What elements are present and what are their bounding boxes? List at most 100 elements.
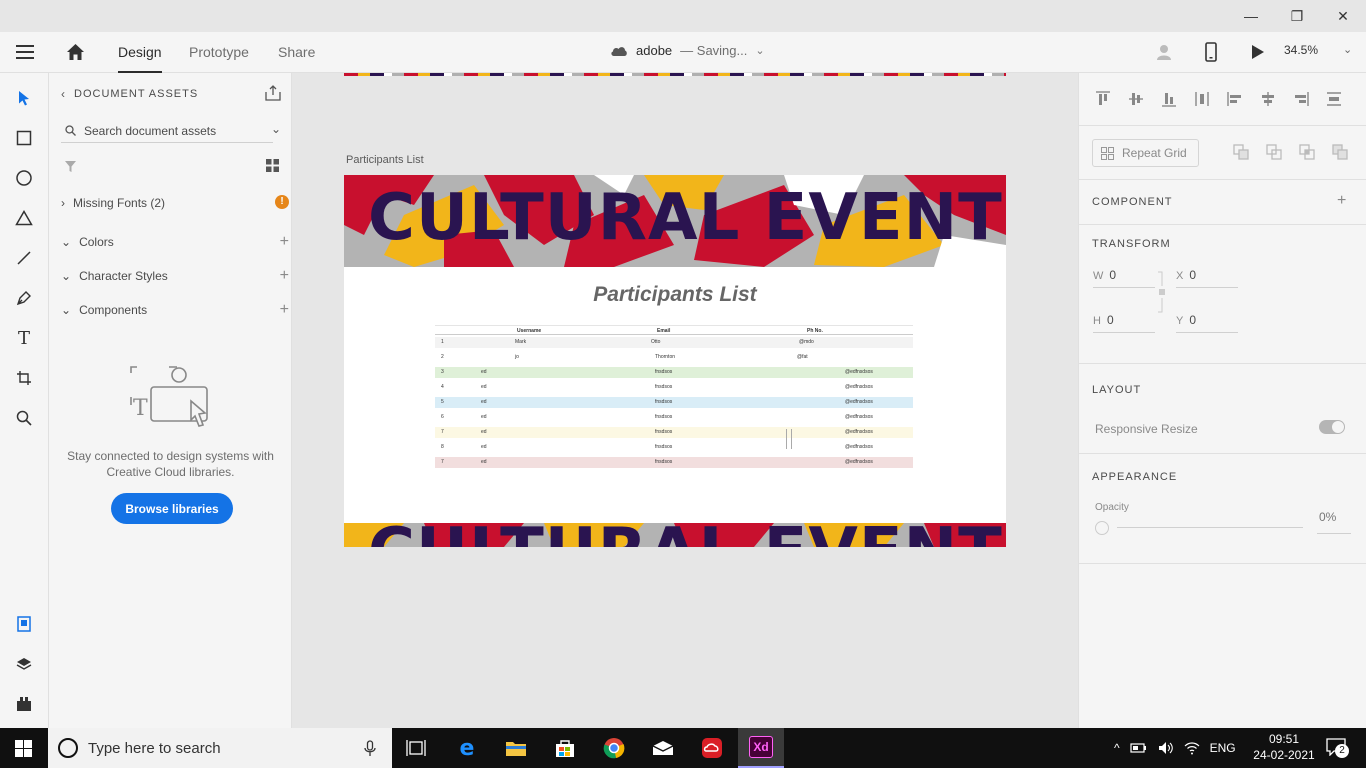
- artboard-tool-icon[interactable]: [12, 366, 36, 390]
- task-view-icon[interactable]: [404, 736, 428, 760]
- x-field[interactable]: X0: [1176, 268, 1238, 288]
- pen-tool-icon[interactable]: [12, 286, 36, 310]
- document-title[interactable]: adobe — Saving... ⌄: [610, 43, 765, 58]
- artboard-label[interactable]: Participants List: [346, 154, 424, 166]
- wifi-icon[interactable]: [1184, 741, 1200, 755]
- distribute-vertical-icon[interactable]: [1194, 91, 1210, 107]
- cortana-icon: [58, 738, 78, 758]
- save-status: — Saving...: [680, 43, 748, 58]
- hamburger-menu-icon[interactable]: [16, 45, 34, 59]
- warning-icon: !: [275, 195, 289, 209]
- rectangle-tool-icon[interactable]: [12, 126, 36, 150]
- text-tool-icon[interactable]: T: [12, 326, 36, 350]
- boolean-intersect-icon[interactable]: [1299, 144, 1315, 160]
- tab-prototype[interactable]: Prototype: [189, 44, 249, 60]
- width-field[interactable]: W0: [1093, 268, 1155, 288]
- opacity-slider-track[interactable]: [1117, 527, 1303, 528]
- windows-start-icon[interactable]: [15, 740, 32, 757]
- share-export-icon[interactable]: [265, 85, 281, 101]
- search-icon: [65, 125, 76, 136]
- resize-handle[interactable]: [786, 429, 792, 449]
- responsive-resize-toggle[interactable]: [1319, 420, 1345, 434]
- file-explorer-icon[interactable]: [504, 736, 528, 760]
- align-left-icon[interactable]: [1227, 91, 1243, 107]
- height-field[interactable]: H0: [1093, 313, 1155, 333]
- design-canvas[interactable]: Participants List CULTURAL EVENT Partici: [292, 73, 1078, 728]
- ellipse-tool-icon[interactable]: [12, 166, 36, 190]
- volume-icon[interactable]: [1158, 741, 1174, 755]
- filter-icon[interactable]: [64, 160, 77, 173]
- home-icon[interactable]: [66, 43, 85, 61]
- zoom-level[interactable]: 34.5%: [1284, 43, 1318, 57]
- tab-design[interactable]: Design: [118, 44, 162, 73]
- align-center-icon[interactable]: [1260, 91, 1276, 107]
- layers-icon[interactable]: [12, 652, 36, 676]
- chrome-icon[interactable]: [602, 736, 626, 760]
- component-heading: COMPONENT: [1092, 196, 1173, 208]
- language-indicator[interactable]: ENG: [1210, 741, 1236, 755]
- opacity-field[interactable]: 0%: [1317, 510, 1351, 534]
- assets-panel-icon[interactable]: [12, 612, 36, 636]
- select-tool-icon[interactable]: [12, 86, 36, 110]
- boolean-exclude-icon[interactable]: [1332, 144, 1348, 160]
- restore-button[interactable]: ❐: [1274, 0, 1320, 32]
- clock-date: 24-02-2021: [1253, 748, 1315, 762]
- notification-center-icon[interactable]: 2: [1326, 738, 1349, 761]
- align-right-icon[interactable]: [1293, 91, 1309, 107]
- character-styles-section[interactable]: ⌄ Character Styles +: [61, 267, 289, 284]
- colors-section[interactable]: ⌄ Colors +: [61, 233, 289, 250]
- align-top-icon[interactable]: [1095, 91, 1111, 107]
- add-component-icon[interactable]: +: [280, 301, 289, 319]
- minimize-button[interactable]: —: [1228, 0, 1274, 32]
- plugins-icon[interactable]: [12, 692, 36, 716]
- search-filter-chevron-icon[interactable]: ⌄: [271, 122, 281, 136]
- close-button[interactable]: ✕: [1320, 0, 1366, 32]
- taskbar-search-input[interactable]: Type here to search: [48, 728, 392, 768]
- y-field[interactable]: Y0: [1176, 313, 1238, 333]
- width-value: 0: [1109, 268, 1117, 282]
- boolean-add-icon[interactable]: [1233, 144, 1249, 160]
- align-middle-icon[interactable]: [1128, 91, 1144, 107]
- add-component-plus-icon[interactable]: +: [1337, 192, 1346, 210]
- add-color-icon[interactable]: +: [280, 233, 289, 251]
- x-label: X: [1176, 270, 1184, 282]
- battery-icon[interactable]: [1130, 741, 1148, 755]
- repeat-grid-button[interactable]: Repeat Grid: [1092, 139, 1199, 167]
- browse-libraries-button[interactable]: Browse libraries: [111, 493, 233, 524]
- microsoft-store-icon[interactable]: [553, 736, 577, 760]
- clock[interactable]: 09:51 24-02-2021: [1253, 731, 1315, 763]
- polygon-tool-icon[interactable]: [12, 206, 36, 230]
- zoom-chevron-down-icon[interactable]: ⌄: [1343, 43, 1352, 56]
- back-chevron-icon[interactable]: ‹: [61, 87, 66, 101]
- creative-cloud-icon[interactable]: [700, 736, 724, 760]
- tab-share[interactable]: Share: [278, 44, 315, 60]
- row-phone: @edfnsdsos: [845, 444, 873, 450]
- participants-artboard[interactable]: CULTURAL EVENT Participants List Usernam…: [344, 175, 1006, 547]
- collapse-chevron-icon: ⌄: [61, 303, 72, 317]
- show-hidden-icons-chevron-icon[interactable]: ^: [1114, 741, 1120, 755]
- components-section[interactable]: ⌄ Components +: [61, 301, 289, 318]
- edge-browser-icon[interactable]: e: [455, 736, 479, 761]
- grid-view-icon[interactable]: [266, 159, 279, 172]
- missing-fonts-section[interactable]: › Missing Fonts (2) !: [61, 195, 289, 210]
- align-bottom-icon[interactable]: [1161, 91, 1177, 107]
- distribute-horizontal-icon[interactable]: [1326, 91, 1342, 107]
- line-tool-icon[interactable]: [12, 246, 36, 270]
- banner-title: CULTURAL EVENT: [368, 181, 1003, 255]
- zoom-tool-icon[interactable]: [12, 406, 36, 430]
- row-number: 7: [441, 459, 444, 465]
- doc-chevron-down-icon[interactable]: ⌄: [755, 44, 764, 57]
- row-number: 6: [441, 414, 444, 420]
- microphone-icon[interactable]: [364, 740, 376, 757]
- user-share-icon[interactable]: [1155, 43, 1175, 61]
- play-icon[interactable]: [1251, 44, 1265, 60]
- xd-app-taskbar-button[interactable]: Xd: [738, 728, 784, 768]
- lock-aspect-icon[interactable]: [1158, 270, 1166, 314]
- asset-search-input[interactable]: Search document assets: [61, 119, 273, 143]
- mail-icon[interactable]: [651, 736, 675, 760]
- opacity-slider-thumb[interactable]: [1095, 521, 1109, 535]
- boolean-subtract-icon[interactable]: [1266, 144, 1282, 160]
- add-character-style-icon[interactable]: +: [280, 267, 289, 285]
- device-preview-icon[interactable]: [1205, 42, 1217, 62]
- table-row: 1 Mark Otto @mdo: [435, 337, 913, 348]
